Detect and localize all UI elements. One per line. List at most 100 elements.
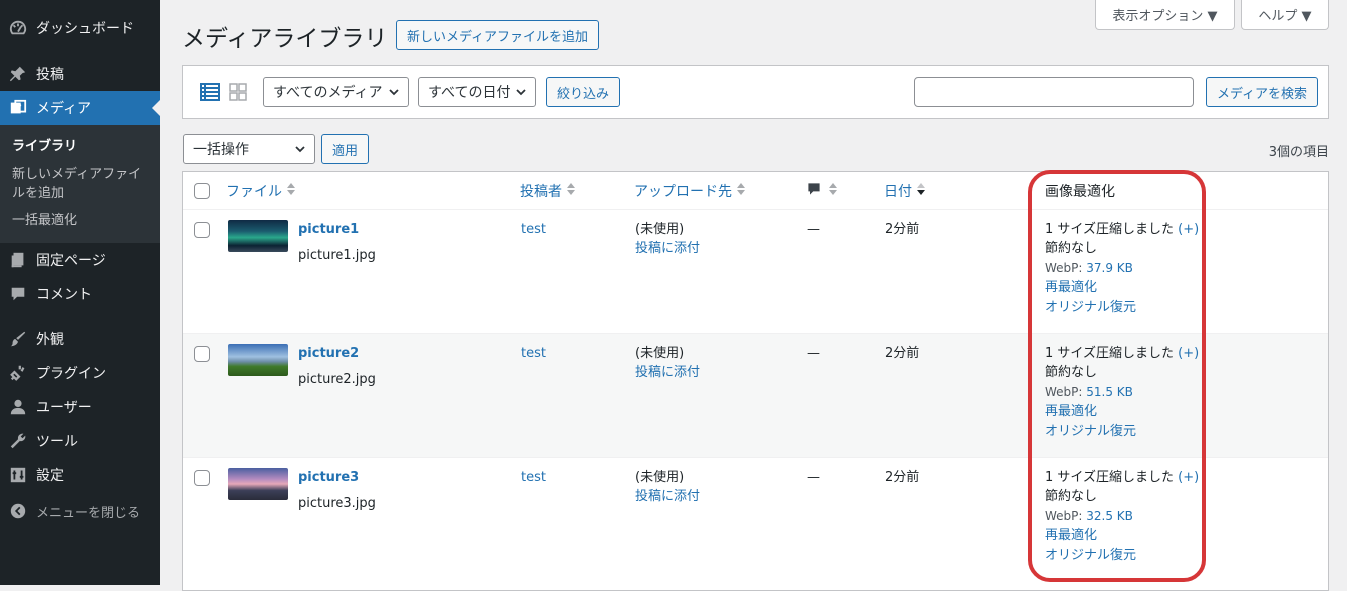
author-link[interactable]: test xyxy=(521,468,546,488)
media-filename: picture2.jpg xyxy=(298,372,376,387)
column-author-header[interactable]: 投稿者 xyxy=(520,172,576,210)
media-filename: picture3.jpg xyxy=(298,496,376,511)
menu-label: ダッシュボード xyxy=(36,21,134,37)
menu-pages[interactable]: 固定ページ xyxy=(0,243,160,277)
menu-label: 設定 xyxy=(36,468,64,484)
column-uploaded-to-header[interactable]: アップロード先 xyxy=(634,172,746,210)
dashboard-icon xyxy=(0,19,36,37)
chevron-down-icon xyxy=(515,86,527,102)
collapse-menu-button[interactable]: メニューを閉じる xyxy=(0,494,160,528)
upload-date: 2分前 xyxy=(885,346,920,361)
highlight-annotation xyxy=(1028,170,1206,582)
thumbnail-image[interactable] xyxy=(228,220,288,252)
bulk-action-value: 一括操作 xyxy=(193,142,249,158)
upload-date: 2分前 xyxy=(885,470,920,485)
media-submenu: ライブラリ 新しいメディアファイルを追加 一括最適化 xyxy=(0,125,160,243)
menu-label: ツール xyxy=(36,434,78,450)
row-checkbox[interactable] xyxy=(194,346,210,362)
brush-icon xyxy=(0,330,36,348)
screen-options-button[interactable]: 表示オプション ▼ xyxy=(1095,0,1235,30)
author-link[interactable]: test xyxy=(521,344,546,364)
date-value: すべての日付 xyxy=(428,85,511,101)
plugin-icon xyxy=(0,364,36,382)
bulk-action-select[interactable]: 一括操作 xyxy=(183,134,315,164)
filter-button[interactable]: 絞り込み xyxy=(546,77,620,107)
help-button[interactable]: ヘルプ ▼ xyxy=(1241,0,1329,30)
media-title-link[interactable]: picture3 xyxy=(298,468,359,488)
add-new-media-button[interactable]: 新しいメディアファイルを追加 xyxy=(396,20,599,50)
thumbnail-image[interactable] xyxy=(228,344,288,376)
author-link[interactable]: test xyxy=(521,220,546,240)
attach-link[interactable]: 投稿に添付 xyxy=(635,363,700,383)
sort-icon xyxy=(286,182,296,200)
menu-posts[interactable]: 投稿 xyxy=(0,57,160,91)
column-label: 日付 xyxy=(884,184,912,200)
menu-label: 投稿 xyxy=(36,67,64,83)
sort-icon xyxy=(736,182,746,200)
menu-label: ユーザー xyxy=(36,400,92,416)
thumbnail-image[interactable] xyxy=(228,468,288,500)
media-title-link[interactable]: picture2 xyxy=(298,344,359,364)
apply-button[interactable]: 適用 xyxy=(321,134,369,164)
column-label: アップロード先 xyxy=(634,184,732,200)
grid-view-icon[interactable] xyxy=(228,82,248,106)
page-title: メディアライブラリ xyxy=(182,26,388,52)
comment-count: — xyxy=(807,222,820,237)
comment-count: — xyxy=(807,346,820,361)
column-date-header[interactable]: 日付 xyxy=(884,172,926,210)
menu-settings[interactable]: 設定 xyxy=(0,458,160,492)
page-icon xyxy=(0,251,36,269)
media-icon xyxy=(0,99,36,117)
upload-date: 2分前 xyxy=(885,222,920,237)
chevron-down-icon xyxy=(388,86,400,102)
row-checkbox[interactable] xyxy=(194,470,210,486)
menu-appearance[interactable]: 外観 xyxy=(0,322,160,356)
settings-icon xyxy=(0,466,36,484)
item-count: 3個の項目 xyxy=(1268,145,1329,160)
menu-plugins[interactable]: プラグイン xyxy=(0,356,160,390)
select-all-checkbox[interactable] xyxy=(194,183,210,199)
search-input[interactable] xyxy=(914,77,1194,107)
submenu-library[interactable]: ライブラリ xyxy=(12,137,77,156)
comment-count: — xyxy=(807,470,820,485)
menu-label: 外観 xyxy=(36,332,64,348)
menu-comments[interactable]: コメント xyxy=(0,277,160,311)
sort-icon xyxy=(828,182,838,200)
media-title-link[interactable]: picture1 xyxy=(298,220,359,240)
submenu-add-new[interactable]: 新しいメディアファイルを追加 xyxy=(12,165,147,203)
list-view-icon[interactable] xyxy=(200,82,220,106)
column-label: 投稿者 xyxy=(520,184,562,200)
column-label: ファイル xyxy=(226,184,282,200)
attach-link[interactable]: 投稿に添付 xyxy=(635,239,700,259)
media-type-value: すべてのメディア xyxy=(273,85,383,101)
menu-dashboard[interactable]: ダッシュボード xyxy=(0,11,160,45)
menu-label: 固定ページ xyxy=(36,253,106,269)
media-filename: picture1.jpg xyxy=(298,248,376,263)
pin-icon xyxy=(0,65,36,83)
search-media-button[interactable]: メディアを検索 xyxy=(1206,77,1318,107)
comment-icon xyxy=(806,181,822,201)
sort-icon xyxy=(566,182,576,200)
menu-label: コメント xyxy=(36,287,92,303)
media-type-select[interactable]: すべてのメディア xyxy=(263,77,409,107)
uploaded-status: (未使用) xyxy=(635,470,685,485)
wrench-icon xyxy=(0,432,36,450)
uploaded-status: (未使用) xyxy=(635,346,685,361)
column-file-header[interactable]: ファイル xyxy=(226,172,296,210)
user-icon xyxy=(0,398,36,416)
date-select[interactable]: すべての日付 xyxy=(418,77,536,107)
submenu-bulk-optimize[interactable]: 一括最適化 xyxy=(12,211,77,230)
menu-tools[interactable]: ツール xyxy=(0,424,160,458)
sort-desc-icon xyxy=(916,182,926,200)
menu-media[interactable]: メディア xyxy=(0,91,160,125)
column-comments-header[interactable] xyxy=(806,172,838,210)
row-checkbox[interactable] xyxy=(194,222,210,238)
attach-link[interactable]: 投稿に添付 xyxy=(635,487,700,507)
menu-users[interactable]: ユーザー xyxy=(0,390,160,424)
collapse-icon xyxy=(0,502,36,520)
collapse-label: メニューを閉じる xyxy=(36,505,141,521)
comment-icon xyxy=(0,285,36,303)
admin-sidebar: ダッシュボード 投稿 メディア ライブラリ 新しいメディアファイルを追加 一括最… xyxy=(0,0,160,585)
menu-label: プラグイン xyxy=(36,366,106,382)
menu-label: メディア xyxy=(36,101,92,117)
